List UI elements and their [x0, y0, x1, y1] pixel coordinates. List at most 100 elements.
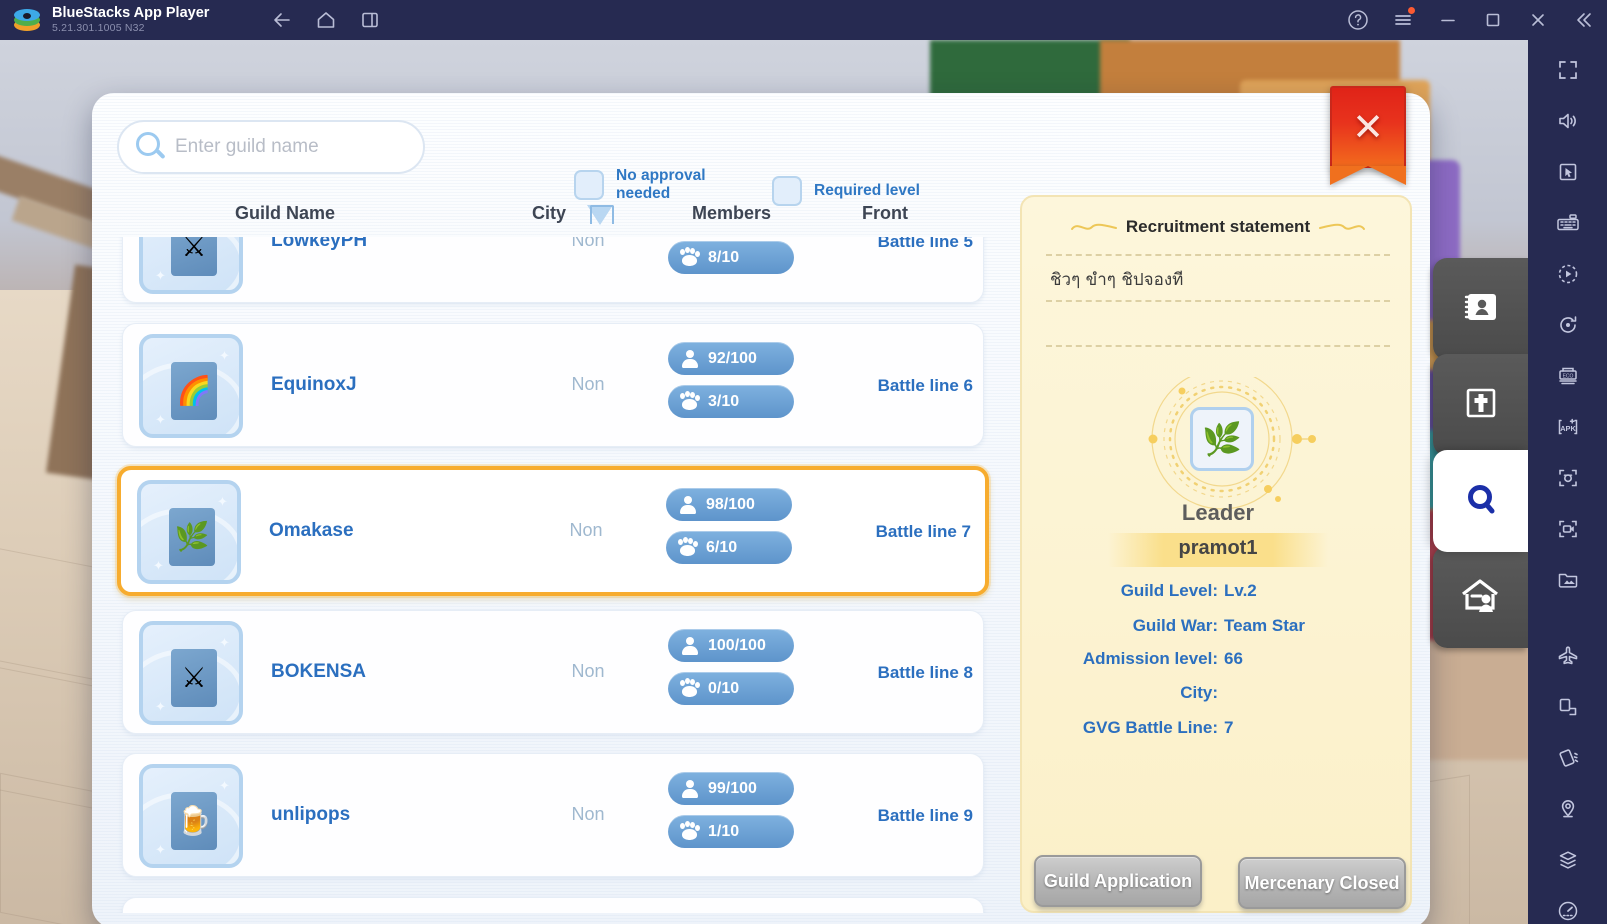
screenshot-icon[interactable] [1548, 458, 1588, 498]
app-title: BlueStacks App Player [52, 5, 210, 21]
guild-front: Battle line 7 [875, 522, 971, 541]
table-row[interactable]: ✦ ✦ 🍺 unlipops Non 99/100 1/10 Battle li… [122, 753, 984, 877]
guild-crest: ✦ ✦ 🌈 [139, 334, 243, 438]
guild-front: Battle line 5 [877, 237, 973, 251]
help-icon[interactable] [1344, 6, 1372, 34]
sync-icon[interactable] [1548, 305, 1588, 345]
divider [1046, 254, 1390, 256]
game-side-tabs [1433, 258, 1528, 648]
members-pill: 99/100 [668, 772, 794, 805]
person-icon [674, 349, 704, 368]
screen-record-icon[interactable] [1548, 509, 1588, 549]
side-tab-search[interactable] [1433, 450, 1528, 552]
guild-front: Battle line 8 [877, 663, 973, 682]
person-icon [674, 636, 704, 655]
guild-front: Battle line 9 [877, 806, 973, 825]
guild-emblem: ⚔ [171, 649, 217, 707]
bluestacks-logo-icon [14, 7, 40, 33]
field-label: Guild Level: [1120, 581, 1218, 600]
table-row-selected[interactable]: ✦ ✦ 🌿 Omakase Non 98/100 6/10 Battle lin… [117, 466, 989, 596]
table-row[interactable]: ✦ ✦ ⚔ BOKENSA Non 100/100 0/10 Battle li… [122, 610, 984, 734]
side-tab-contacts[interactable] [1433, 258, 1528, 360]
field-guild-level: Guild Level: Lv.2 [1022, 581, 1410, 615]
recruitment-statement-text: ชิวๆ ขำๆ ชิปจองที [1050, 270, 1184, 290]
guild-search-box[interactable] [117, 120, 425, 174]
guild-crest: ✦ ✦ ⚔ [139, 237, 243, 294]
multi-instance-icon[interactable] [357, 7, 383, 33]
apk-install-icon[interactable]: APK [1548, 407, 1588, 447]
leader-label: Leader [1181, 500, 1255, 525]
table-row[interactable] [122, 897, 984, 913]
house-person-icon [1455, 572, 1507, 623]
field-label: GVG Battle Line: [1082, 718, 1218, 737]
macro-play-icon[interactable] [1548, 254, 1588, 294]
volume-icon[interactable] [1548, 101, 1588, 141]
recruitment-statement-title: Recruitment statement [1125, 217, 1311, 236]
paw-icon [674, 821, 704, 840]
guild-emblem-large: 🌿 [1190, 407, 1254, 471]
field-city: City: [1022, 683, 1410, 717]
multi-instance-manager-icon[interactable] [1548, 840, 1588, 880]
guild-emblem: 🌈 [171, 362, 217, 420]
eco-mode-icon[interactable]: ECO [1548, 356, 1588, 396]
flourish-left-icon [1070, 220, 1118, 234]
side-tab-guild-hall[interactable] [1433, 546, 1528, 648]
app-title-group: BlueStacks App Player 5.21.301.1005 N32 [52, 5, 209, 35]
guild-city: Non [571, 374, 605, 394]
guild-city: Non [571, 661, 605, 681]
table-row[interactable]: ✦ ✦ ⚔ LowkeyPH Non [122, 237, 984, 303]
divider [1046, 345, 1390, 347]
table-row[interactable]: ✦ ✦ 🌈 EquinoxJ Non 92/100 3/10 Battle li… [122, 323, 984, 447]
checkbox-no-approval[interactable] [574, 170, 604, 200]
close-icon[interactable] [1524, 6, 1552, 34]
person-icon [674, 779, 704, 798]
guild-name: Omakase [269, 520, 354, 541]
field-value: Team Star [1224, 616, 1305, 635]
close-dialog-button[interactable]: ✕ [1330, 86, 1406, 186]
back-icon[interactable] [269, 7, 295, 33]
column-header-members: Members [692, 203, 772, 223]
minimize-icon[interactable] [1434, 6, 1462, 34]
rotate-icon[interactable] [1548, 687, 1588, 727]
members-pill: 100/100 [668, 629, 794, 662]
members-count: 92/100 [708, 349, 757, 367]
members-count: 100/100 [708, 636, 766, 654]
city-filter-icon[interactable] [587, 205, 614, 225]
guild-emblem: 🌿 [169, 508, 215, 566]
fullscreen-icon[interactable] [1548, 50, 1588, 90]
guild-city: Non [571, 804, 605, 824]
side-tab-guild[interactable] [1433, 354, 1528, 456]
cursor-icon[interactable] [1548, 152, 1588, 192]
titlebar-nav-group [269, 7, 383, 33]
performance-icon[interactable] [1548, 891, 1588, 924]
column-header-front: Front [862, 203, 908, 223]
guild-counts: 8/10 [668, 237, 818, 284]
shake-icon[interactable] [1548, 738, 1588, 778]
home-icon[interactable] [313, 7, 339, 33]
location-icon[interactable] [1548, 789, 1588, 829]
paw-icon [674, 391, 704, 410]
field-value: 66 [1224, 649, 1243, 668]
guild-list[interactable]: ✦ ✦ ⚔ LowkeyPH Non [112, 237, 1006, 913]
keyboard-icon[interactable] [1548, 203, 1588, 243]
menu-notification-badge [1408, 7, 1415, 14]
field-guild-war: Guild War: Team Star [1022, 616, 1410, 650]
maximize-icon[interactable] [1479, 6, 1507, 34]
airplane-icon[interactable] [1548, 636, 1588, 676]
media-manager-icon[interactable] [1548, 560, 1588, 600]
guild-name: unlipops [271, 804, 351, 825]
menu-icon[interactable] [1389, 6, 1417, 34]
game-viewport[interactable]: ✕ No approval needed Required level Guil… [0, 40, 1528, 924]
close-icon: ✕ [1352, 107, 1384, 149]
guild-crest: ✦ ✦ ⚔ [139, 621, 243, 725]
field-label: Admission level: [1082, 649, 1218, 668]
guild-application-button[interactable]: Guild Application [1034, 855, 1202, 907]
pets-pill: 3/10 [668, 385, 794, 418]
guild-city: Non [569, 520, 603, 540]
pets-pill: 0/10 [668, 672, 794, 705]
search-input[interactable] [175, 136, 405, 158]
field-label: City: [1180, 683, 1218, 702]
collapse-sidebar-icon[interactable] [1569, 6, 1597, 34]
mercenary-closed-button[interactable]: Mercenary Closed [1238, 857, 1406, 909]
field-admission-level: Admission level: 66 [1022, 649, 1410, 683]
